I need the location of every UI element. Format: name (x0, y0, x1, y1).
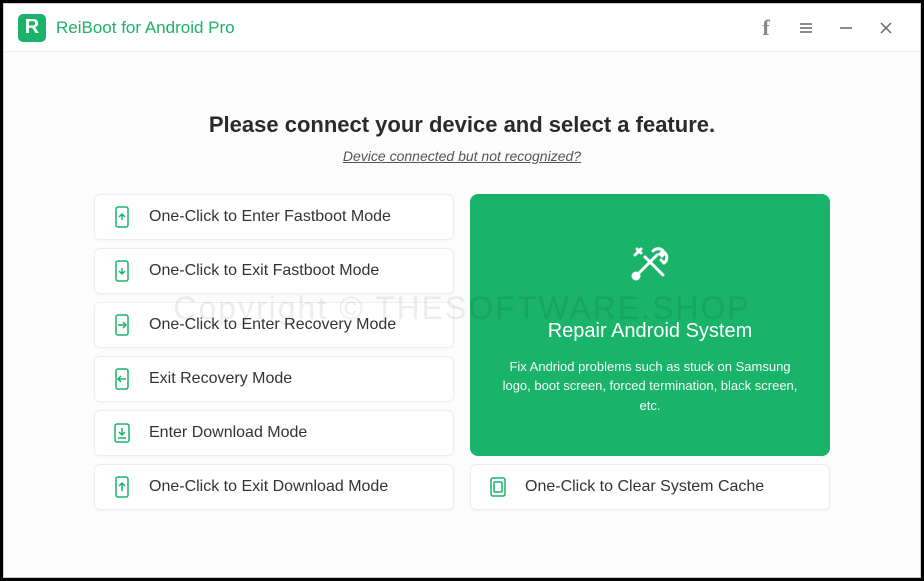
option-label: One-Click to Clear System Cache (525, 478, 764, 496)
exit-download-button[interactable]: One-Click to Exit Download Mode (94, 464, 454, 510)
repair-system-card[interactable]: Repair Android System Fix Andriod proble… (470, 194, 830, 456)
titlebar: R ReiBoot for Android Pro f (4, 4, 920, 52)
options-column: One-Click to Enter Fastboot Mode One-Cli… (94, 194, 454, 510)
right-column: Repair Android System Fix Andriod proble… (470, 194, 830, 510)
app-logo-icon: R (18, 14, 46, 42)
menu-button[interactable] (786, 4, 826, 52)
enter-download-button[interactable]: Enter Download Mode (94, 410, 454, 456)
feature-grid: One-Click to Enter Fastboot Mode One-Cli… (94, 194, 830, 510)
close-icon (878, 20, 894, 36)
device-help-link[interactable]: Device connected but not recognized? (94, 148, 830, 164)
cache-icon (487, 476, 509, 498)
option-label: One-Click to Exit Fastboot Mode (149, 262, 379, 280)
main-content: Please connect your device and select a … (4, 52, 920, 577)
option-label: One-Click to Exit Download Mode (149, 478, 388, 496)
app-window: R ReiBoot for Android Pro f Please conne… (3, 3, 921, 578)
option-label: One-Click to Enter Recovery Mode (149, 316, 396, 334)
app-title: ReiBoot for Android Pro (56, 18, 235, 38)
minimize-button[interactable] (826, 4, 866, 52)
minimize-icon (838, 20, 854, 36)
repair-card-description: Fix Andriod problems such as stuck on Sa… (498, 357, 802, 416)
exit-fastboot-button[interactable]: One-Click to Exit Fastboot Mode (94, 248, 454, 294)
main-heading: Please connect your device and select a … (94, 112, 830, 138)
phone-up-alt-icon (111, 476, 133, 498)
enter-fastboot-button[interactable]: One-Click to Enter Fastboot Mode (94, 194, 454, 240)
phone-up-icon (111, 206, 133, 228)
phone-arrow-in-icon (111, 314, 133, 336)
repair-card-title: Repair Android System (548, 320, 753, 343)
phone-arrow-out-icon (111, 368, 133, 390)
enter-recovery-button[interactable]: One-Click to Enter Recovery Mode (94, 302, 454, 348)
option-label: Enter Download Mode (149, 424, 307, 442)
option-label: Exit Recovery Mode (149, 370, 292, 388)
close-button[interactable] (866, 4, 906, 52)
hamburger-icon (798, 20, 814, 36)
facebook-icon[interactable]: f (746, 4, 786, 52)
download-icon (111, 422, 133, 444)
phone-down-icon (111, 260, 133, 282)
tools-icon (623, 235, 677, 294)
clear-cache-button[interactable]: One-Click to Clear System Cache (470, 464, 830, 510)
option-label: One-Click to Enter Fastboot Mode (149, 208, 391, 226)
exit-recovery-button[interactable]: Exit Recovery Mode (94, 356, 454, 402)
